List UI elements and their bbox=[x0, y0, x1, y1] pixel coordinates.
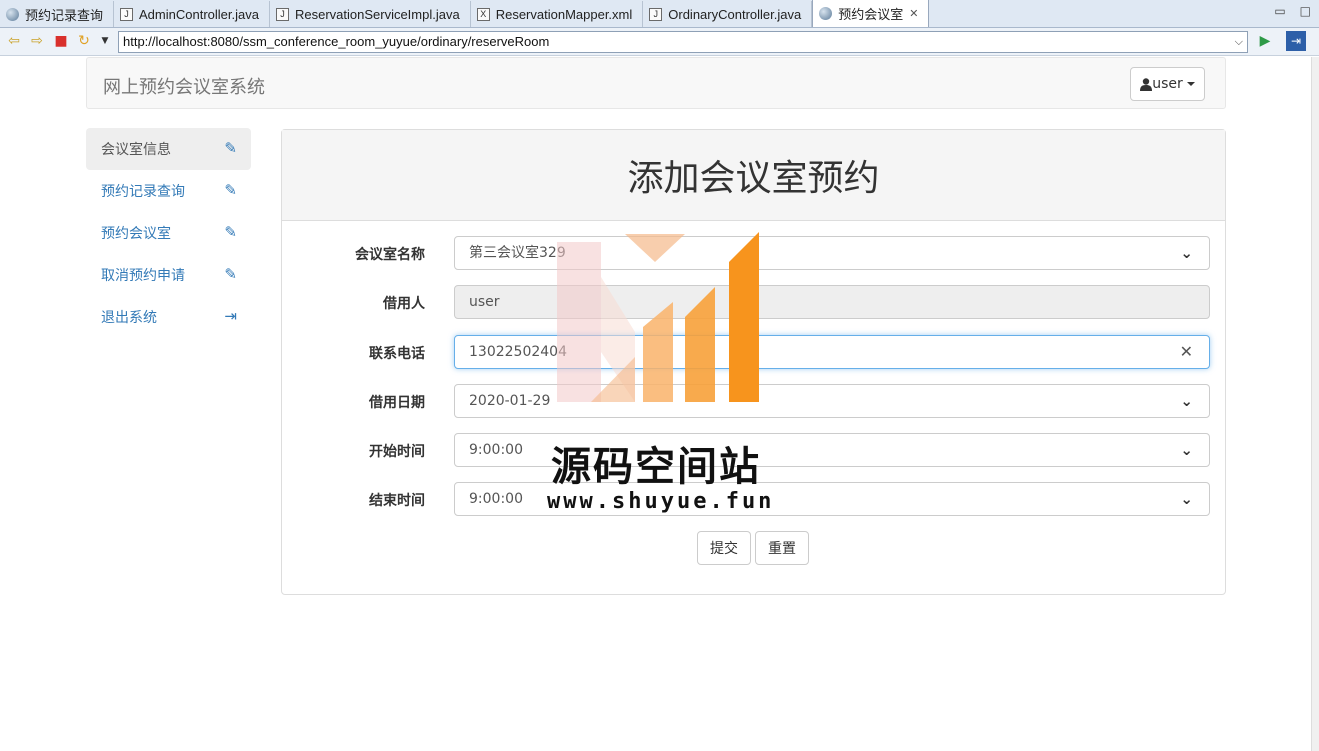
sidebar-item-label: 预约会议室 bbox=[101, 226, 171, 242]
field-label: 借用日期 bbox=[369, 395, 425, 411]
tab-reserve-room[interactable]: 预约会议室 ✕ bbox=[812, 0, 930, 27]
maximize-icon[interactable]: □ bbox=[1300, 4, 1311, 18]
chevron-down-icon: ⌄ bbox=[1180, 244, 1193, 262]
java-file-icon: J bbox=[649, 7, 663, 21]
chevron-down-icon: ⌄ bbox=[1180, 392, 1193, 410]
editor-tab-bar: 预约记录查询 J AdminController.java J Reservat… bbox=[0, 0, 1319, 28]
open-external-icon[interactable]: ⇥ bbox=[1286, 31, 1306, 51]
phone-input[interactable]: 13022502404 ✕ bbox=[454, 335, 1210, 369]
watermark-site: www.shuyue.fun bbox=[547, 489, 775, 514]
sidebar-item-label: 预约记录查询 bbox=[101, 184, 185, 200]
pencil-icon: ✎ bbox=[224, 139, 237, 157]
sidebar-item-reserve-room[interactable]: 预约会议室 ✎ bbox=[86, 212, 251, 254]
sidebar-item-label: 会议室信息 bbox=[101, 142, 171, 158]
user-name: user bbox=[1152, 76, 1183, 92]
close-tab-icon[interactable]: ✕ bbox=[909, 7, 918, 20]
phone-value: 13022502404 bbox=[469, 344, 567, 360]
borrower-field: user bbox=[454, 285, 1210, 319]
tab-label: AdminController.java bbox=[139, 6, 259, 22]
field-label: 会议室名称 bbox=[355, 247, 425, 263]
forward-icon[interactable]: ⇨ bbox=[29, 33, 45, 49]
url-input[interactable]: http://localhost:8080/ssm_conference_roo… bbox=[118, 31, 1248, 53]
submit-button[interactable]: 提交 bbox=[697, 531, 751, 565]
pencil-icon: ✎ bbox=[224, 265, 237, 283]
tab-ordinary-controller[interactable]: J OrdinaryController.java bbox=[643, 1, 813, 27]
pencil-icon: ✎ bbox=[224, 223, 237, 241]
tab-label: ReservationServiceImpl.java bbox=[294, 6, 460, 22]
tab-reservation-records[interactable]: 预约记录查询 bbox=[0, 1, 115, 27]
form-row-room: 会议室名称 第三会议室329 ⌄ bbox=[282, 236, 1227, 270]
user-menu-button[interactable]: user bbox=[1130, 67, 1205, 101]
sidebar-item-logout[interactable]: 退出系统 ⇥ bbox=[86, 296, 251, 338]
sidebar-nav: 会议室信息 ✎ 预约记录查询 ✎ 预约会议室 ✎ 取消预约申请 ✎ 退出系统 ⇥ bbox=[86, 128, 251, 338]
tab-label: ReservationMapper.xml bbox=[495, 6, 633, 22]
page-title: 添加会议室预约 bbox=[282, 130, 1225, 221]
form-row-date: 借用日期 2020-01-29 ⌄ bbox=[282, 384, 1227, 418]
user-icon bbox=[1140, 77, 1153, 91]
start-time-value: 9:00:00 bbox=[469, 442, 523, 458]
tab-reservation-mapper[interactable]: X ReservationMapper.xml bbox=[471, 1, 644, 27]
reservation-panel: 添加会议室预约 会议室名称 第三会议室329 ⌄ 借用人 user 联系电话 1… bbox=[281, 129, 1226, 595]
room-value: 第三会议室329 bbox=[469, 245, 566, 261]
tab-label: 预约会议室 bbox=[838, 7, 904, 22]
logout-icon: ⇥ bbox=[224, 307, 237, 325]
minimize-icon[interactable]: ▭ bbox=[1274, 4, 1285, 18]
chevron-down-icon[interactable]: ⌵ bbox=[1235, 32, 1243, 52]
top-navbar: 网上预约会议室系统 user bbox=[86, 57, 1226, 109]
field-label: 借用人 bbox=[383, 296, 425, 312]
brand-title[interactable]: 网上预约会议室系统 bbox=[103, 73, 265, 99]
pencil-icon: ✎ bbox=[224, 181, 237, 199]
tab-admin-controller[interactable]: J AdminController.java bbox=[114, 1, 270, 27]
chevron-down-icon: ⌄ bbox=[1180, 441, 1193, 459]
xml-file-icon: X bbox=[476, 7, 490, 21]
browser-toolbar: ⇦ ⇨ ■ ↻ ▼ http://localhost:8080/ssm_conf… bbox=[0, 28, 1319, 56]
end-time-value: 9:00:00 bbox=[469, 491, 523, 507]
refresh-icon[interactable]: ↻ bbox=[76, 33, 92, 49]
date-value: 2020-01-29 bbox=[469, 393, 551, 409]
url-text: http://localhost:8080/ssm_conference_roo… bbox=[123, 34, 550, 49]
scrollbar[interactable] bbox=[1311, 57, 1319, 751]
sidebar-item-room-info[interactable]: 会议室信息 ✎ bbox=[86, 128, 251, 170]
form-actions: 提交 重置 bbox=[697, 531, 809, 565]
tab-reservation-service-impl[interactable]: J ReservationServiceImpl.java bbox=[270, 1, 471, 27]
form-row-phone: 联系电话 13022502404 ✕ bbox=[282, 335, 1227, 369]
stop-icon[interactable]: ■ bbox=[53, 33, 69, 49]
date-select[interactable]: 2020-01-29 ⌄ bbox=[454, 384, 1210, 418]
field-label: 开始时间 bbox=[369, 444, 425, 460]
field-label: 联系电话 bbox=[369, 346, 425, 362]
back-icon[interactable]: ⇦ bbox=[6, 33, 22, 49]
go-icon[interactable]: ▶ bbox=[1257, 33, 1273, 49]
reset-button[interactable]: 重置 bbox=[755, 531, 809, 565]
sidebar-item-label: 取消预约申请 bbox=[101, 268, 185, 284]
globe-icon bbox=[819, 7, 833, 20]
chevron-down-icon: ⌄ bbox=[1180, 490, 1193, 508]
field-label: 结束时间 bbox=[369, 493, 425, 509]
borrower-value: user bbox=[469, 294, 500, 310]
clear-icon[interactable]: ✕ bbox=[1180, 336, 1193, 368]
watermark-name: 源码空间站 bbox=[551, 444, 761, 490]
java-file-icon: J bbox=[120, 7, 134, 21]
sidebar-item-cancel-reservation[interactable]: 取消预约申请 ✎ bbox=[86, 254, 251, 296]
history-dropdown-icon[interactable]: ▼ bbox=[97, 33, 113, 49]
sidebar-item-reservation-records[interactable]: 预约记录查询 ✎ bbox=[86, 170, 251, 212]
tab-label: OrdinaryController.java bbox=[668, 6, 802, 22]
caret-down-icon bbox=[1186, 82, 1195, 86]
room-select[interactable]: 第三会议室329 ⌄ bbox=[454, 236, 1210, 270]
java-file-icon: J bbox=[275, 7, 289, 21]
form-row-borrower: 借用人 user bbox=[282, 285, 1227, 319]
sidebar-item-label: 退出系统 bbox=[101, 310, 157, 326]
tab-label: 预约记录查询 bbox=[25, 7, 104, 23]
globe-icon bbox=[6, 7, 19, 21]
